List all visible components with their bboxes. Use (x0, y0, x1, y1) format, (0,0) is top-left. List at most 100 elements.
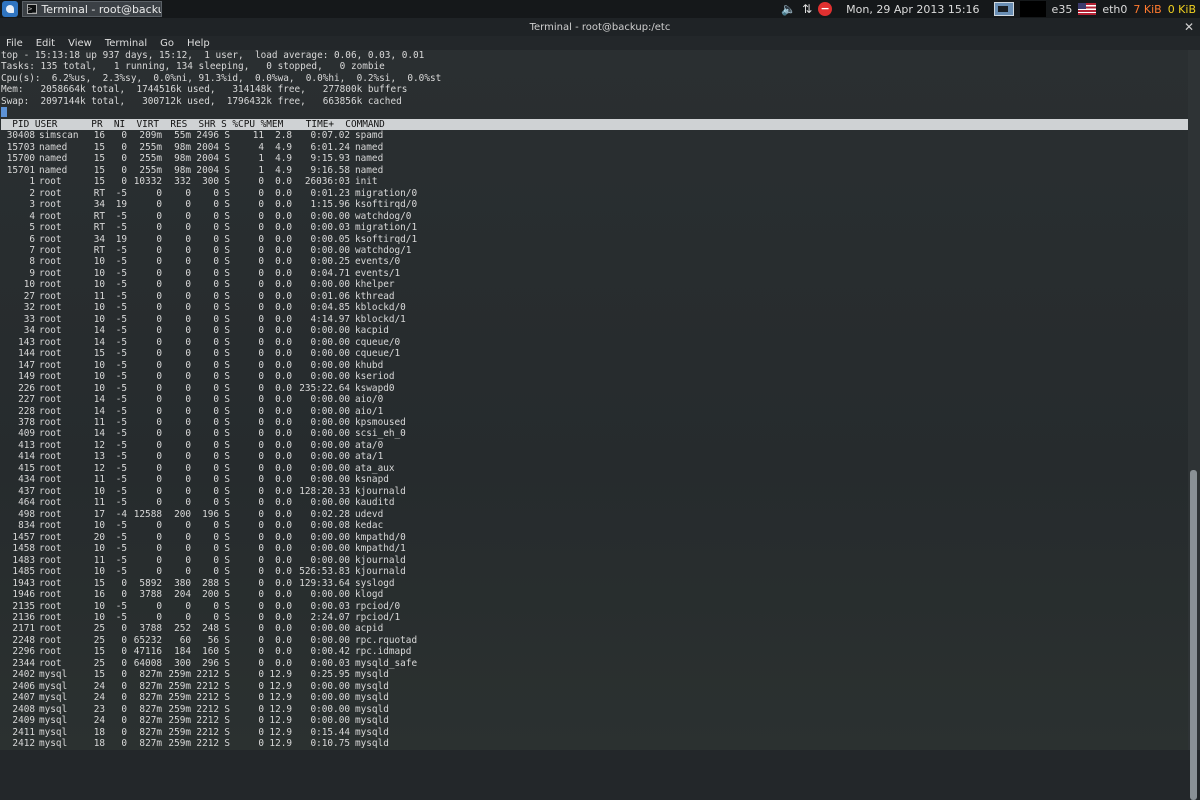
process-cell-cpu: 0 (258, 726, 264, 738)
clock[interactable]: Mon, 29 Apr 2013 15:16 (838, 3, 987, 16)
menu-go[interactable]: Go (160, 38, 174, 49)
process-cell-pid: 8 (29, 256, 35, 268)
us-flag-icon[interactable] (1078, 3, 1097, 15)
process-cell-res: 0 (185, 462, 191, 474)
process-cell-ni: -5 (115, 428, 127, 440)
process-cell-time: 235:22.64 (299, 382, 350, 394)
menu-view[interactable]: View (68, 38, 92, 49)
process-cell-cpu: 0 (258, 589, 264, 601)
process-cell-cpu: 0 (258, 199, 264, 211)
process-cell-shr: 2496 (196, 130, 219, 142)
process-cell-cpu: 0 (258, 176, 264, 188)
app-menu-icon[interactable] (2, 1, 18, 17)
process-cell-time: 0:00.00 (310, 703, 350, 715)
process-cell-mem: 0.0 (275, 520, 292, 532)
tray-blank-area (1019, 1, 1046, 17)
process-cell-cpu: 0 (258, 680, 264, 692)
process-cell-user: root (39, 199, 62, 211)
process-cell-cpu: 0 (258, 233, 264, 245)
menu-edit[interactable]: Edit (36, 38, 55, 49)
process-cell-ni: -5 (115, 290, 127, 302)
process-cell-ni: -5 (115, 371, 127, 383)
process-cell-res: 0 (185, 543, 191, 555)
process-cell-time: 526:53.83 (299, 566, 350, 578)
process-row: 2135 root 10 -5 0 0 0 S 0 0.0 0:00.03 rpciod/0 (1, 601, 1188, 612)
process-row: 378 root 11 -5 0 0 0 S 0 0.0 0:00.00 kpsmoused (1, 417, 1188, 428)
process-cell-s: S (224, 508, 230, 520)
process-cell-s: S (224, 428, 230, 440)
process-cell-time: 0:00.00 (310, 531, 350, 543)
volume-icon[interactable]: 🔈 (781, 2, 796, 16)
terminal-output[interactable]: top - 15:13:18 up 937 days, 15:12, 1 use… (0, 50, 1188, 750)
process-cell-user: root (39, 210, 62, 222)
process-cell-s: S (224, 256, 230, 268)
process-cell-res: 0 (185, 531, 191, 543)
process-cell-res: 0 (185, 302, 191, 314)
process-cell-s: S (224, 462, 230, 474)
process-cell-time: 0:00.00 (310, 405, 350, 417)
terminal-tray-icon[interactable] (993, 2, 1014, 16)
process-cell-virt: 0 (156, 302, 162, 314)
process-cell-pid: 2412 (12, 738, 35, 750)
window-titlebar[interactable]: Terminal - root@backup:/etc ✕ (0, 18, 1200, 36)
process-cell-shr: 0 (213, 451, 219, 463)
menu-terminal[interactable]: Terminal (105, 38, 147, 49)
process-cell-user: root (39, 325, 62, 337)
process-cell-res: 0 (185, 256, 191, 268)
process-cell-mem: 0.0 (275, 302, 292, 314)
process-cell-shr: 0 (213, 394, 219, 406)
process-cell-cmd: ata/0 (355, 439, 384, 451)
network-transfer-icon[interactable]: ⇅ (802, 2, 812, 16)
close-icon[interactable]: ✕ (1182, 20, 1196, 34)
process-cell-res: 0 (185, 451, 191, 463)
process-cell-shr: 200 (202, 589, 219, 601)
process-row: 8 root 10 -5 0 0 0 S 0 0.0 0:00.25 events/0 (1, 256, 1188, 267)
process-cell-s: S (224, 359, 230, 371)
scrollbar-thumb[interactable] (1190, 470, 1197, 800)
process-row: 464 root 11 -5 0 0 0 S 0 0.0 0:00.00 kauditd (1, 497, 1188, 508)
process-cell-s: S (224, 130, 230, 142)
process-cell-user: mysql (39, 669, 68, 681)
process-row: 434 root 11 -5 0 0 0 S 0 0.0 0:00.00 ksnapd (1, 474, 1188, 485)
do-not-disturb-icon[interactable]: − (818, 2, 833, 16)
process-cell-user: root (39, 187, 62, 199)
process-cell-shr: 0 (213, 485, 219, 497)
process-cell-shr: 0 (213, 474, 219, 486)
process-row: 2407 mysql 24 0 827m 259m 2212 S 0 12.9 0:00.00 mys… (1, 692, 1188, 703)
menu-help[interactable]: Help (187, 38, 210, 49)
process-row: 147 root 10 -5 0 0 0 S 0 0.0 0:00.00 khubd (1, 360, 1188, 371)
process-cell-res: 60 (179, 634, 191, 646)
process-cell-virt: 255m (139, 164, 162, 176)
process-cell-shr: 0 (213, 336, 219, 348)
process-cell-cmd: mysqld (355, 715, 389, 727)
process-cell-time: 0:00.08 (310, 520, 350, 532)
process-cell-pr: 14 (93, 336, 105, 348)
process-cell-res: 0 (185, 554, 191, 566)
process-cell-virt: 0 (156, 405, 162, 417)
menu-file[interactable]: File (6, 38, 23, 49)
process-cell-pid: 143 (18, 336, 35, 348)
process-cell-pr: 16 (93, 589, 105, 601)
process-cell-cpu: 0 (258, 623, 264, 635)
process-cell-user: root (39, 600, 62, 612)
process-cell-cmd: spamd (355, 130, 384, 142)
process-cell-time: 0:00.42 (310, 646, 350, 658)
process-cell-user: mysql (39, 738, 68, 750)
process-cell-ni: 0 (121, 726, 127, 738)
process-cell-user: root (39, 279, 62, 291)
net-up-rate: 0 KiB (1167, 2, 1196, 16)
process-cell-s: S (224, 405, 230, 417)
process-cell-mem: 0.0 (275, 485, 292, 497)
taskbar-terminal-button[interactable]: >_ Terminal - root@backup:/etc (22, 1, 162, 17)
process-row: 2409 mysql 24 0 827m 259m 2212 S 0 12.9 0:00.00 mys… (1, 715, 1188, 726)
process-cell-cmd: kjournald (355, 554, 406, 566)
process-cell-shr: 0 (213, 325, 219, 337)
process-cell-virt: 827m (139, 738, 162, 750)
process-cell-cpu: 0 (258, 336, 264, 348)
process-cell-shr: 2004 (196, 153, 219, 165)
process-cell-res: 0 (185, 244, 191, 256)
process-cell-time: 0:00.00 (310, 336, 350, 348)
process-cell-cpu: 0 (258, 566, 264, 578)
process-cell-user: mysql (39, 726, 68, 738)
terminal-scrollbar[interactable] (1188, 50, 1200, 800)
